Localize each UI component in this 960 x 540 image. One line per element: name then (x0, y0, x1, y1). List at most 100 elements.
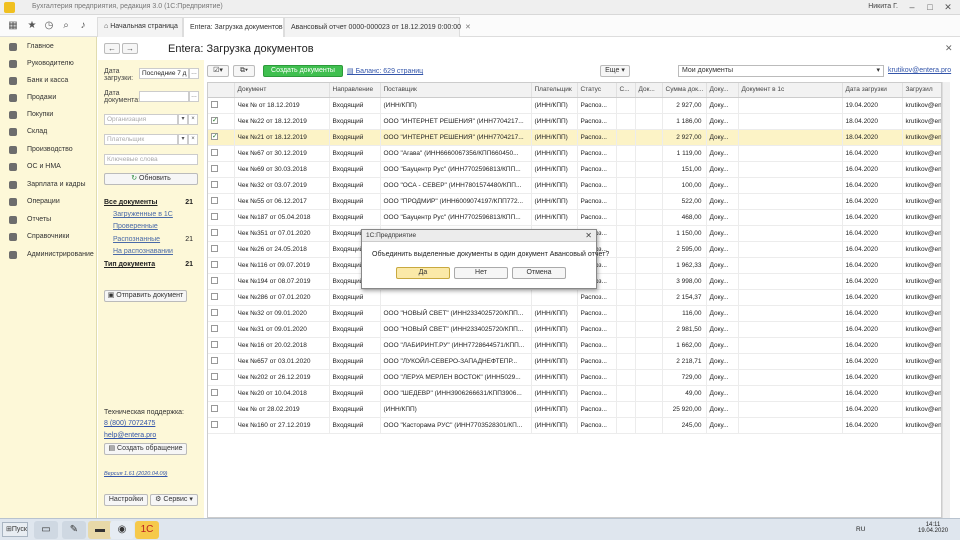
dropdown-icon[interactable]: ▾ (178, 134, 188, 145)
tab-home[interactable]: ⌂ Начальная страница (97, 17, 183, 37)
table-row[interactable]: Чек №67 от 30.12.2019 Входящий ООО "Агава"… (208, 145, 941, 162)
category-all[interactable]: Все документы (104, 199, 158, 206)
sidebar-item-reports[interactable]: Отчеты (0, 212, 97, 227)
yes-button[interactable]: Да (396, 267, 450, 279)
sidebar-item-manager[interactable]: Руководителю (0, 56, 97, 71)
service-button[interactable]: ⚙ Сервис ▾ (150, 494, 198, 506)
taskbar-1c-icon[interactable]: 1C (135, 521, 159, 539)
table-row[interactable]: Чек №16 от 20.02.2018 Входящий ООО "ЛАБИРИ… (208, 337, 941, 354)
account-email-link[interactable]: krutikov@entera.pro (888, 67, 951, 74)
table-row[interactable]: Чек №657 от 03.01.2020 Входящий ООО "ЛУКОЙ… (208, 353, 941, 370)
date-period-select[interactable]: Последние 7 д (139, 68, 189, 79)
create-documents-button[interactable]: Создать документы (263, 65, 343, 77)
table-row[interactable]: ✓ Чек №22 от 18.12.2019 Входящий ООО "ИНТЕР… (208, 113, 941, 130)
column-header[interactable]: Плательщик (531, 83, 578, 98)
taskbar-explorer-icon[interactable]: ▭ (34, 521, 58, 539)
star-icon[interactable]: ★ (25, 19, 39, 33)
search-icon[interactable]: ⌕ (59, 19, 73, 33)
checkbox[interactable] (211, 165, 218, 173)
no-button[interactable]: Нет (454, 267, 508, 279)
close-tab-icon[interactable]: ✕ (465, 24, 471, 31)
checkbox[interactable] (211, 293, 218, 301)
sidebar-item-operations[interactable]: Операции (0, 194, 97, 209)
checkbox[interactable] (211, 389, 218, 397)
create-ticket-button[interactable]: ▤ Создать обращение (104, 443, 187, 455)
checkbox[interactable] (211, 325, 218, 333)
column-header[interactable]: Док... (635, 83, 663, 98)
column-header[interactable]: Поставщик (380, 83, 532, 98)
checkbox[interactable] (211, 357, 218, 365)
checkbox[interactable] (211, 277, 218, 285)
maximize-icon[interactable]: □ (923, 1, 937, 13)
clear-icon[interactable]: × (188, 114, 198, 125)
checkbox[interactable] (211, 197, 218, 205)
keywords-input[interactable]: Ключевые слова (104, 154, 198, 165)
sidebar-item-warehouse[interactable]: Склад (0, 124, 97, 139)
my-documents-select[interactable]: Мои документы ▾ (678, 65, 884, 77)
table-row[interactable]: Чек №202 от 26.12.2019 Входящий ООО "ЛЕРУА… (208, 369, 941, 386)
ellipsis-button[interactable]: … (189, 91, 199, 102)
sidebar-item-salary[interactable]: Зарплата и кадры (0, 177, 97, 192)
support-email-link[interactable]: help@entera.pro (104, 432, 156, 439)
column-header[interactable]: Сумма док... (662, 83, 707, 98)
system-clock[interactable]: 14:11 19.04.2020 (918, 522, 948, 534)
copy-button[interactable]: ⧉▾ (233, 65, 255, 77)
sidebar-item-admin[interactable]: Администрирование (0, 247, 97, 262)
support-phone-link[interactable]: 8 (800) 7072475 (104, 420, 155, 427)
column-header[interactable]: Направление (329, 83, 381, 98)
sidebar-item-purchases[interactable]: Покупки (0, 107, 97, 122)
column-header[interactable]: Доку... (706, 83, 739, 98)
back-button[interactable]: ← (104, 43, 120, 54)
language-indicator[interactable]: RU (856, 526, 865, 533)
column-header[interactable]: С... (616, 83, 636, 98)
checkbox[interactable] (211, 149, 218, 157)
tab-avans[interactable]: Авансовый отчет 0000-000023 от 18.12.201… (284, 17, 471, 37)
checkbox[interactable] (211, 229, 218, 237)
clear-icon[interactable]: × (188, 134, 198, 145)
table-row[interactable]: Чек №69 от 30.03.2018 Входящий ООО "Бауцен… (208, 161, 941, 178)
checkbox[interactable] (211, 421, 218, 429)
more-button[interactable]: Еще ▾ (600, 65, 630, 77)
balance-link[interactable]: ▤ Баланс: 629 страниц (347, 67, 423, 75)
sidebar-item-main[interactable]: Главное (0, 39, 97, 54)
doc-date-input[interactable] (139, 91, 189, 102)
column-header[interactable]: Документ в 1с (738, 83, 843, 98)
taskbar-folder-icon[interactable]: ▬ (88, 521, 112, 539)
category-recognizing[interactable]: На распознавании (113, 248, 173, 255)
checkbox[interactable] (211, 309, 218, 317)
column-header[interactable] (208, 83, 235, 98)
table-row[interactable]: Чек №55 от 06.12.2017 Входящий ООО "ПРОДМИ… (208, 193, 941, 210)
table-row[interactable]: Чек № от 28.02.2019 Входящий (ИНН/КПП) (ИНН… (208, 401, 941, 418)
column-header[interactable]: Дата загрузки (842, 83, 903, 98)
close-window-icon[interactable]: ✕ (941, 1, 955, 13)
table-row[interactable]: Чек №160 от 27.12.2019 Входящий ООО "Касто… (208, 417, 941, 434)
table-row[interactable]: Чек №32 от 03.07.2019 Входящий ООО "ОСА - … (208, 177, 941, 194)
refresh-button[interactable]: ↻ Обновить (104, 173, 198, 185)
checkbox[interactable] (211, 181, 218, 189)
table-row[interactable]: Чек №20 от 10.04.2018 Входящий ООО "ШЕДЕВР… (208, 385, 941, 402)
sidebar-item-assets[interactable]: ОС и НМА (0, 159, 97, 174)
settings-button[interactable]: Настройки (104, 494, 148, 506)
checkbox[interactable] (211, 245, 218, 253)
table-row[interactable]: ✓ Чек №21 от 18.12.2019 Входящий ООО "ИНТЕР… (208, 129, 941, 146)
bell-icon[interactable]: ♪ (76, 19, 90, 33)
table-row[interactable]: Чек № от 18.12.2019 Входящий (ИНН/КПП) (ИНН… (208, 97, 941, 114)
current-user[interactable]: Никита Г. (868, 3, 898, 10)
table-row[interactable]: Чек №31 от 09.01.2020 Входящий ООО "НОВЫЙ … (208, 321, 941, 338)
checkbox[interactable] (211, 373, 218, 381)
checked-checkbox-icon[interactable]: ✓ (211, 117, 218, 125)
checkbox[interactable] (211, 261, 218, 269)
category-loaded[interactable]: Загруженные в 1С (113, 211, 173, 218)
organization-input[interactable]: Организация (104, 114, 178, 125)
send-document-button[interactable]: ▣ Отправить документ (104, 290, 187, 302)
tab-entera[interactable]: Entera: Загрузка документов✕ (183, 17, 293, 37)
history-icon[interactable]: ◷ (42, 19, 56, 33)
category-doc-type[interactable]: Тип документа (104, 261, 155, 268)
table-row[interactable]: Чек №286 от 07.01.2020 Входящий Распоз... 2… (208, 289, 941, 306)
checkbox[interactable] (211, 213, 218, 221)
column-header[interactable]: Загрузил (902, 83, 941, 98)
dropdown-icon[interactable]: ▾ (178, 114, 188, 125)
sidebar-item-production[interactable]: Производство (0, 142, 97, 157)
checkbox[interactable] (211, 405, 218, 413)
checked-checkbox-icon[interactable]: ✓ (211, 133, 218, 141)
